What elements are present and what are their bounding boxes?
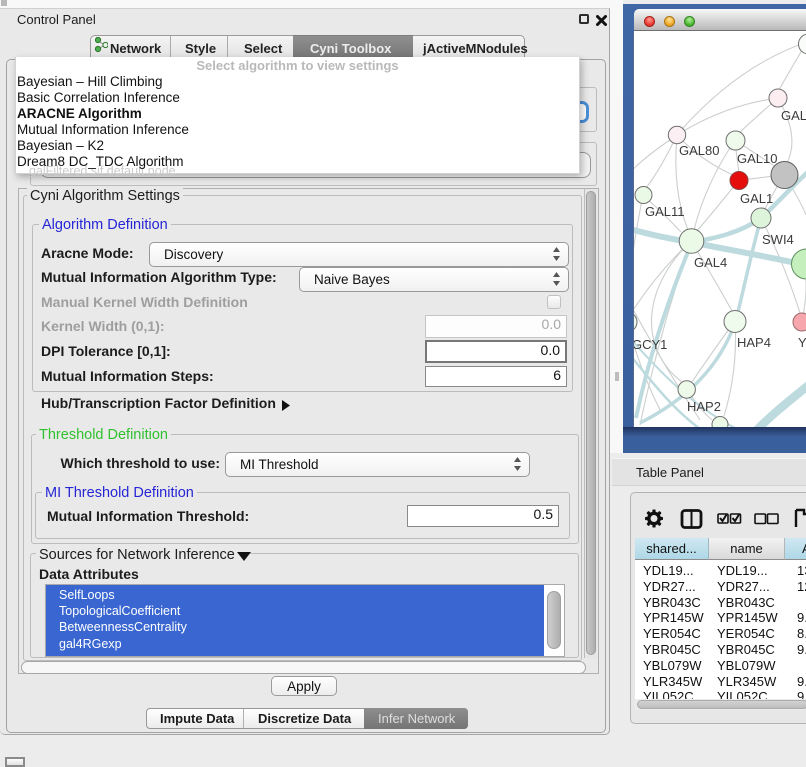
svg-text:HAP2: HAP2 xyxy=(687,399,721,414)
svg-text:GAL2: GAL2 xyxy=(781,108,806,123)
svg-text:HAP4: HAP4 xyxy=(737,335,771,350)
svg-text:GAL10: GAL10 xyxy=(737,151,777,166)
svg-text:GCY1: GCY1 xyxy=(634,337,667,352)
svg-text:GAL1: GAL1 xyxy=(740,191,773,206)
svg-text:Y: Y xyxy=(798,335,806,350)
svg-text:SWI4: SWI4 xyxy=(762,232,794,247)
svg-text:GAL4: GAL4 xyxy=(694,255,727,270)
svg-text:GAL11: GAL11 xyxy=(645,204,685,219)
svg-text:GAL80: GAL80 xyxy=(679,143,719,158)
